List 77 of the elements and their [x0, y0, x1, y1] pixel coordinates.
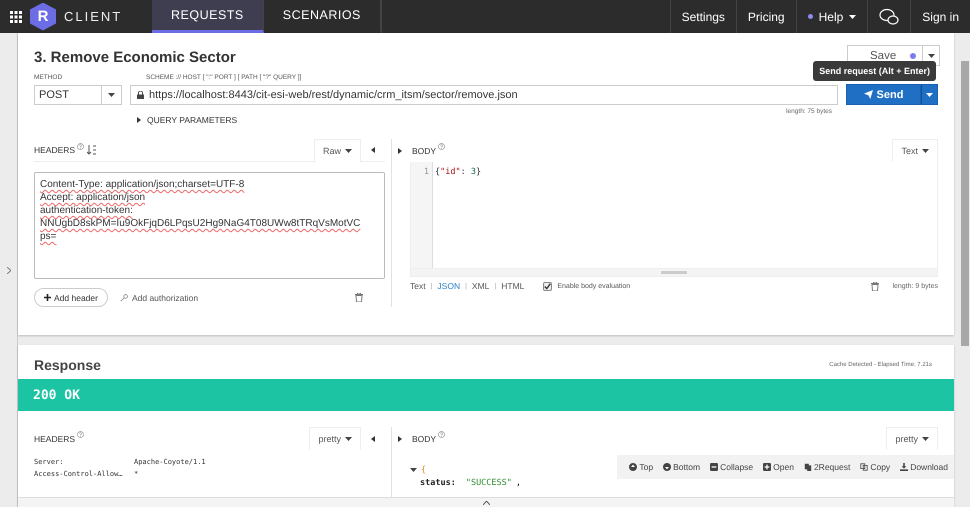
help-icon[interactable]: [438, 143, 446, 150]
query-parameters-toggle[interactable]: QUERY PARAMETERS: [137, 115, 938, 125]
headers-mode-dropdown[interactable]: pretty: [309, 427, 361, 450]
files-icon: [804, 463, 812, 471]
download-icon: [900, 463, 908, 471]
add-authorization-button[interactable]: Add authorization: [120, 292, 198, 302]
code-line: {"id": 3}: [434, 166, 482, 179]
toolbar-button[interactable]: Bottom: [663, 462, 700, 472]
send-button[interactable]: Send: [846, 84, 921, 105]
collapse-left-icon[interactable]: [371, 147, 375, 153]
key-icon: [120, 294, 128, 302]
toolbar-button[interactable]: Collapse: [710, 462, 754, 472]
chat-bubbles-icon: [879, 8, 900, 26]
expand-right-icon[interactable]: [398, 148, 402, 154]
format-option[interactable]: Text: [410, 281, 426, 291]
url-field[interactable]: https://localhost:8443/cit-esi-web/rest/dynamic/crm_itsm/sector/remove.json: [130, 84, 838, 104]
toolbar-button[interactable]: Open: [763, 462, 794, 472]
caret-icon: [345, 437, 352, 441]
arrow-up-icon: [629, 463, 638, 471]
add-header-button[interactable]: Add header: [34, 288, 108, 307]
caret-icon: [922, 149, 929, 153]
collapse-up-icon[interactable]: [482, 500, 490, 504]
collapse-left-icon[interactable]: [371, 436, 375, 442]
toolbar-button[interactable]: Copy: [860, 462, 890, 472]
format-option[interactable]: HTML: [501, 281, 524, 291]
body-label: BODY: [412, 146, 436, 156]
caret-icon: [926, 92, 933, 96]
body-mode-dropdown[interactable]: pretty: [886, 427, 938, 450]
toolbar-button[interactable]: Top: [629, 462, 654, 472]
headers-label: HEADERS: [34, 434, 76, 444]
body-label: BODY: [412, 434, 436, 444]
request-title: 3. Remove Economic Sector: [34, 49, 236, 66]
body-mode-dropdown[interactable]: Text: [892, 139, 938, 162]
json-key: status:: [420, 478, 456, 488]
plus-icon: [44, 294, 51, 301]
json-comma: ,: [516, 478, 522, 488]
tooltip: Send request (Alt + Enter): [813, 61, 936, 81]
expand-sidebar-icon[interactable]: [6, 266, 10, 274]
line-number: 1: [411, 162, 433, 268]
headers-field[interactable]: Content-Type: application/json;charset=UTF-8 Accept: application/json authentication-token: NNUgbD8skPM=Iu9OkFjqD6LPqsU2Hg9NaG4T08UWw8tTRqVsMotVC ps=: [34, 172, 385, 279]
method-select[interactable]: POST: [34, 84, 122, 104]
send-menu-button[interactable]: [921, 84, 938, 105]
caret-icon: [928, 54, 934, 58]
toolbar-button[interactable]: 2Request: [804, 462, 850, 472]
headers-label: HEADERS: [34, 145, 76, 155]
help-icon[interactable]: [77, 143, 84, 150]
paper-plane-icon: [864, 90, 873, 99]
brand-name: CLIENT: [64, 9, 122, 24]
checkbox[interactable]: [543, 282, 552, 290]
expand-right-icon[interactable]: [398, 436, 402, 442]
sort-icon[interactable]: [87, 145, 98, 155]
json-brace: {: [421, 464, 426, 474]
trash-icon[interactable]: [355, 293, 363, 302]
json-value: "SUCCESS": [466, 478, 512, 488]
minus-icon: [710, 463, 718, 471]
nav-tab[interactable]: REQUESTS: [152, 0, 264, 33]
apps-grid-icon[interactable]: [10, 10, 22, 22]
help-icon[interactable]: [438, 431, 446, 438]
response-title: Response: [34, 357, 101, 373]
caret-icon: [108, 92, 115, 96]
help-icon[interactable]: [77, 431, 84, 438]
format-option[interactable]: XML: [472, 281, 490, 291]
trash-icon[interactable]: [871, 282, 880, 290]
plus-icon: [763, 463, 772, 471]
copy-icon: [860, 463, 868, 471]
format-option[interactable]: JSON: [437, 281, 460, 291]
collapse-caret-icon: [410, 468, 417, 472]
lock-icon: [137, 90, 144, 98]
toolbar-button[interactable]: Download: [900, 462, 948, 472]
caret-icon: [345, 148, 352, 152]
caret-icon: [922, 437, 929, 441]
caret-icon: [849, 14, 856, 18]
arrow-down-icon: [663, 463, 672, 471]
status-bar: 200 OK: [18, 379, 954, 411]
headers-mode-dropdown[interactable]: Raw: [314, 138, 361, 162]
expand-icon: [137, 117, 141, 123]
logo[interactable]: R: [30, 2, 56, 30]
